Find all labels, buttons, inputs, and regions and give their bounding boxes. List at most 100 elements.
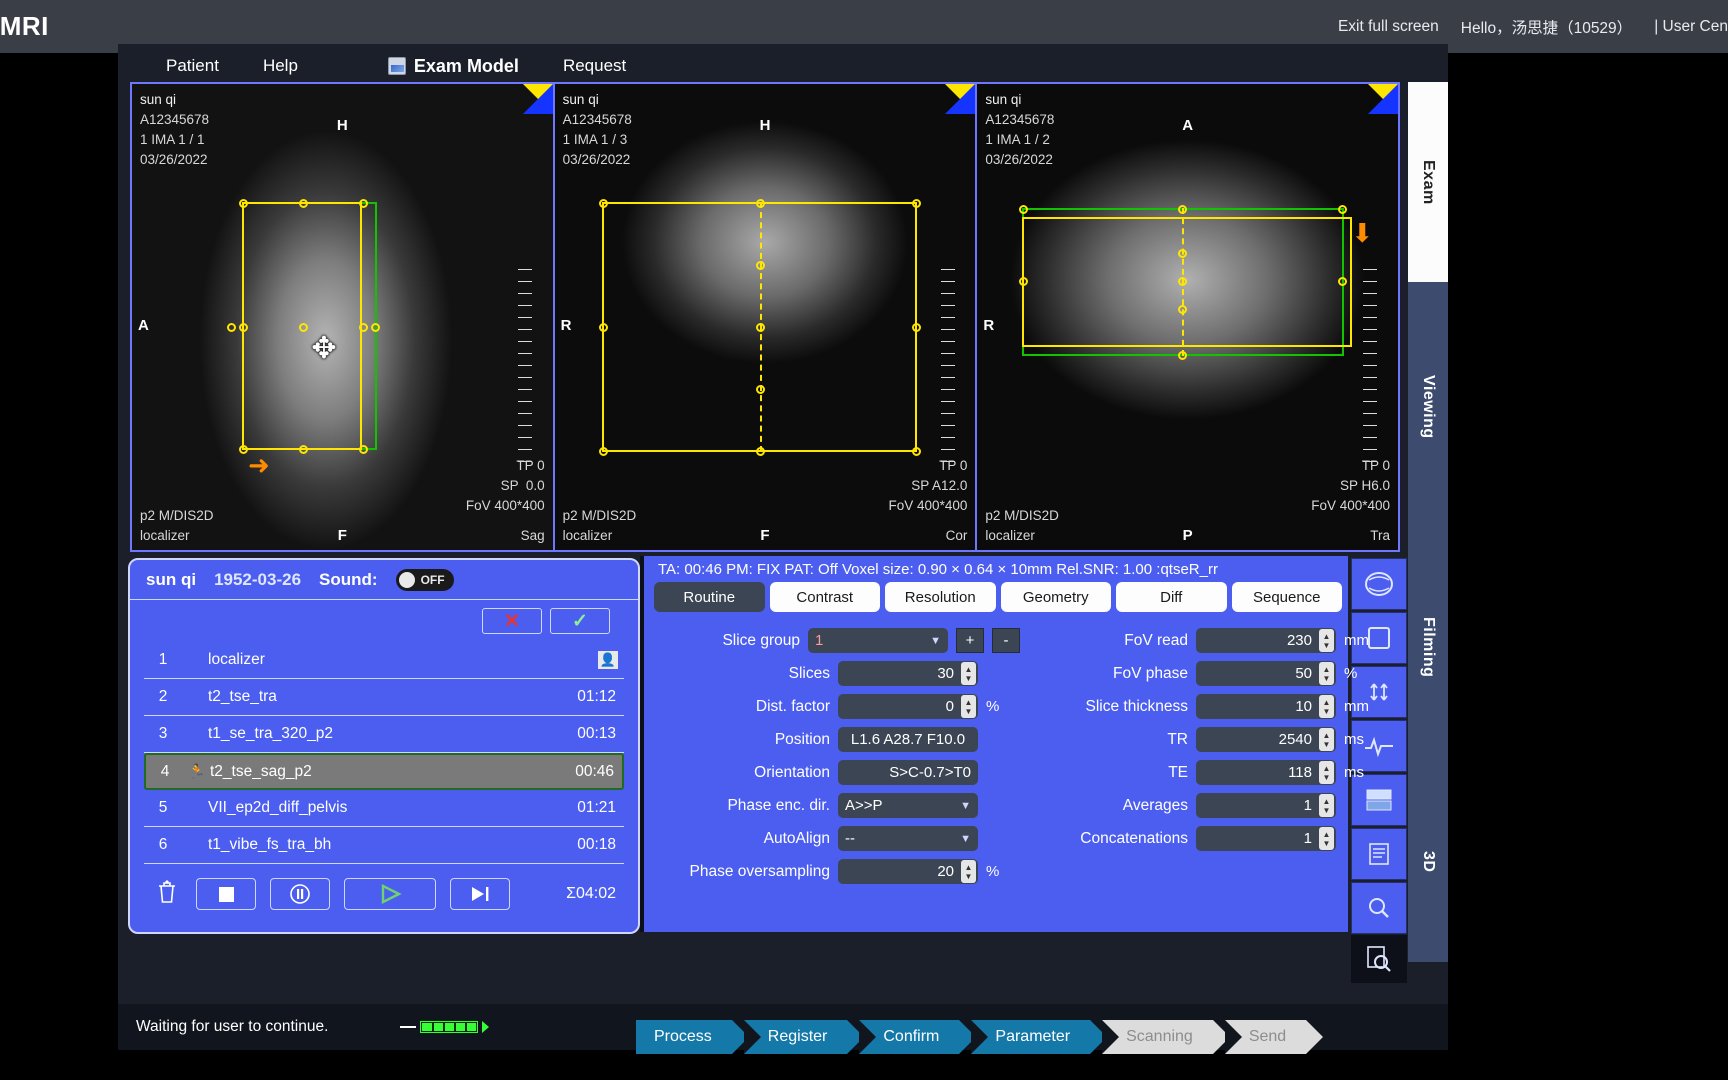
phase-enc-dir-select[interactable]: A>>P ▼ bbox=[838, 793, 978, 818]
slice-group-add-button[interactable]: + bbox=[956, 628, 984, 653]
app-brand: .MRI bbox=[0, 11, 49, 41]
slab-handle[interactable] bbox=[371, 323, 380, 332]
orientation-input[interactable]: S>C-0.7>T0 bbox=[838, 760, 978, 785]
scale-ruler bbox=[1363, 269, 1378, 473]
step-forward-button[interactable] bbox=[450, 878, 510, 910]
fov-phase-input[interactable]: 50 ▲ ▼ bbox=[1196, 661, 1336, 686]
menu-item-patient[interactable]: Patient bbox=[144, 52, 241, 80]
exit-full-screen-link[interactable]: Exit full screen bbox=[1338, 18, 1439, 36]
spinner-icon[interactable]: ▲ ▼ bbox=[961, 860, 976, 883]
list-item[interactable]: 5 VII_ep2d_diff_pelvis 01:21 bbox=[144, 790, 624, 827]
slab-handle[interactable] bbox=[755, 447, 765, 456]
breadcrumb-step-send[interactable]: Send bbox=[1224, 1020, 1324, 1054]
slab-handle[interactable] bbox=[598, 447, 608, 456]
position-input[interactable]: L1.6 A28.7 F10.0 bbox=[838, 727, 978, 752]
user-center-link[interactable]: | User Cen bbox=[1654, 18, 1728, 36]
phase-oversampling-input[interactable]: 20 ▲ ▼ bbox=[838, 859, 978, 884]
slab-handle[interactable] bbox=[359, 199, 368, 208]
corner-marker-blue-icon bbox=[945, 84, 976, 114]
spinner-icon[interactable]: ▲ ▼ bbox=[1319, 827, 1334, 850]
slab-handle[interactable] bbox=[911, 447, 921, 456]
slab-handle[interactable] bbox=[598, 199, 608, 208]
tab-resolution[interactable]: Resolution bbox=[885, 582, 996, 612]
tab-contrast[interactable]: Contrast bbox=[769, 582, 880, 612]
vtab-viewing[interactable]: Viewing bbox=[1408, 282, 1448, 532]
tr-input[interactable]: 2540 ▲ ▼ bbox=[1196, 727, 1336, 752]
menu-item-help[interactable]: Help bbox=[241, 52, 320, 80]
slab-handle[interactable] bbox=[239, 445, 248, 454]
document-search-icon[interactable] bbox=[1351, 935, 1407, 983]
slab-handle[interactable] bbox=[299, 445, 308, 454]
list-item[interactable]: 3 t1_se_tra_320_p2 00:13 bbox=[144, 716, 624, 753]
sound-toggle[interactable]: OFF bbox=[395, 568, 454, 591]
menu-item-request[interactable]: Request bbox=[541, 52, 648, 80]
spinner-icon[interactable]: ▲ ▼ bbox=[1319, 662, 1334, 685]
slab-handle[interactable] bbox=[239, 323, 248, 332]
breadcrumb-step-process[interactable]: Process bbox=[636, 1020, 749, 1054]
tab-geometry[interactable]: Geometry bbox=[1000, 582, 1111, 612]
slab-handle[interactable] bbox=[755, 261, 765, 270]
tab-routine[interactable]: Routine bbox=[654, 582, 765, 612]
spinner-icon[interactable]: ▲ ▼ bbox=[1319, 794, 1334, 817]
play-button[interactable] bbox=[344, 878, 436, 910]
list-item[interactable]: 6 t1_vibe_fs_tra_bh 00:18 bbox=[144, 827, 624, 864]
concatenations-input[interactable]: 1 ▲ ▼ bbox=[1196, 826, 1336, 851]
spinner-icon[interactable]: ▲ ▼ bbox=[961, 695, 976, 718]
field-value: 1 bbox=[815, 632, 824, 649]
spinner-icon[interactable]: ▲ ▼ bbox=[961, 662, 976, 685]
viewport-coronal[interactable]: sun qi A12345678 1 IMA 1 / 3 03/26/2022 … bbox=[554, 84, 976, 550]
menu-item-exam-model[interactable]: Exam Model bbox=[366, 52, 541, 81]
delete-button[interactable] bbox=[152, 879, 182, 910]
list-item[interactable]: 1 localizer 👤 bbox=[144, 642, 624, 679]
slab-handle[interactable] bbox=[359, 323, 368, 332]
breadcrumb-step-register[interactable]: Register bbox=[743, 1020, 864, 1054]
slice-thickness-input[interactable]: 10 ▲ ▼ bbox=[1196, 694, 1336, 719]
stop-button[interactable] bbox=[196, 878, 256, 910]
slab-handle[interactable] bbox=[227, 323, 236, 332]
field-label: AutoAlign bbox=[763, 829, 830, 847]
queue-cancel-button[interactable]: ✕ bbox=[482, 608, 542, 634]
vtab-filming[interactable]: Filming bbox=[1408, 532, 1448, 762]
spinner-icon[interactable]: ▲ ▼ bbox=[1319, 761, 1334, 784]
spinner-icon[interactable]: ▲ ▼ bbox=[1319, 629, 1334, 652]
autoalign-select[interactable]: -- ▼ bbox=[838, 826, 978, 851]
spinner-icon[interactable]: ▲ ▼ bbox=[1319, 695, 1334, 718]
field-unit: mm bbox=[1344, 698, 1369, 715]
viewport-transverse[interactable]: ⬇ sun qi A12345678 1 IMA 1 / 2 03/26/202… bbox=[977, 84, 1399, 550]
tab-diff[interactable]: Diff bbox=[1116, 582, 1227, 612]
viewport-patient-name: sun qi bbox=[562, 92, 599, 107]
slab-handle[interactable] bbox=[755, 323, 765, 332]
slab-handle[interactable] bbox=[359, 445, 368, 454]
slab-handle[interactable] bbox=[299, 323, 308, 332]
slice-group-select[interactable]: 1 ▼ bbox=[808, 628, 948, 653]
breadcrumb-step-parameter[interactable]: Parameter bbox=[971, 1020, 1107, 1054]
vtab-exam[interactable]: Exam bbox=[1408, 82, 1448, 282]
viewport-sagittal[interactable]: ✥ ➜ sun qi A12345678 1 IMA 1 / 1 03/26/2… bbox=[132, 84, 553, 550]
search-icon[interactable] bbox=[1351, 882, 1407, 934]
breadcrumb-step-scanning[interactable]: Scanning bbox=[1102, 1020, 1230, 1054]
vtab-3d[interactable]: 3D bbox=[1408, 762, 1448, 962]
slab-handle[interactable] bbox=[911, 323, 921, 332]
spinner-icon[interactable]: ▲ ▼ bbox=[1319, 728, 1334, 751]
queue-confirm-button[interactable]: ✓ bbox=[550, 608, 610, 634]
slab-handle[interactable] bbox=[598, 323, 608, 332]
te-input[interactable]: 118 ▲ ▼ bbox=[1196, 760, 1336, 785]
list-item-selected[interactable]: 4 🏃 t2_tse_sag_p2 00:46 bbox=[144, 753, 624, 790]
slice-group-remove-button[interactable]: - bbox=[992, 628, 1020, 653]
move-cursor-icon[interactable]: ✥ bbox=[307, 332, 341, 366]
breadcrumb-step-confirm[interactable]: Confirm bbox=[859, 1020, 977, 1054]
slab-outline-yellow[interactable] bbox=[1022, 217, 1353, 347]
fov-read-input[interactable]: 230 ▲ ▼ bbox=[1196, 628, 1336, 653]
head-coil-icon[interactable] bbox=[1351, 558, 1407, 610]
averages-input[interactable]: 1 ▲ ▼ bbox=[1196, 793, 1336, 818]
slab-handle[interactable] bbox=[299, 199, 308, 208]
tab-sequence[interactable]: Sequence bbox=[1231, 582, 1342, 612]
slab-handle[interactable] bbox=[911, 199, 921, 208]
slab-handle[interactable] bbox=[755, 199, 765, 208]
dist-factor-input[interactable]: 0 ▲ ▼ bbox=[838, 694, 978, 719]
pause-button[interactable] bbox=[270, 878, 330, 910]
slices-input[interactable]: 30 ▲ ▼ bbox=[838, 661, 978, 686]
slab-handle[interactable] bbox=[755, 385, 765, 394]
slab-handle[interactable] bbox=[239, 199, 248, 208]
list-item[interactable]: 2 t2_tse_tra 01:12 bbox=[144, 679, 624, 716]
